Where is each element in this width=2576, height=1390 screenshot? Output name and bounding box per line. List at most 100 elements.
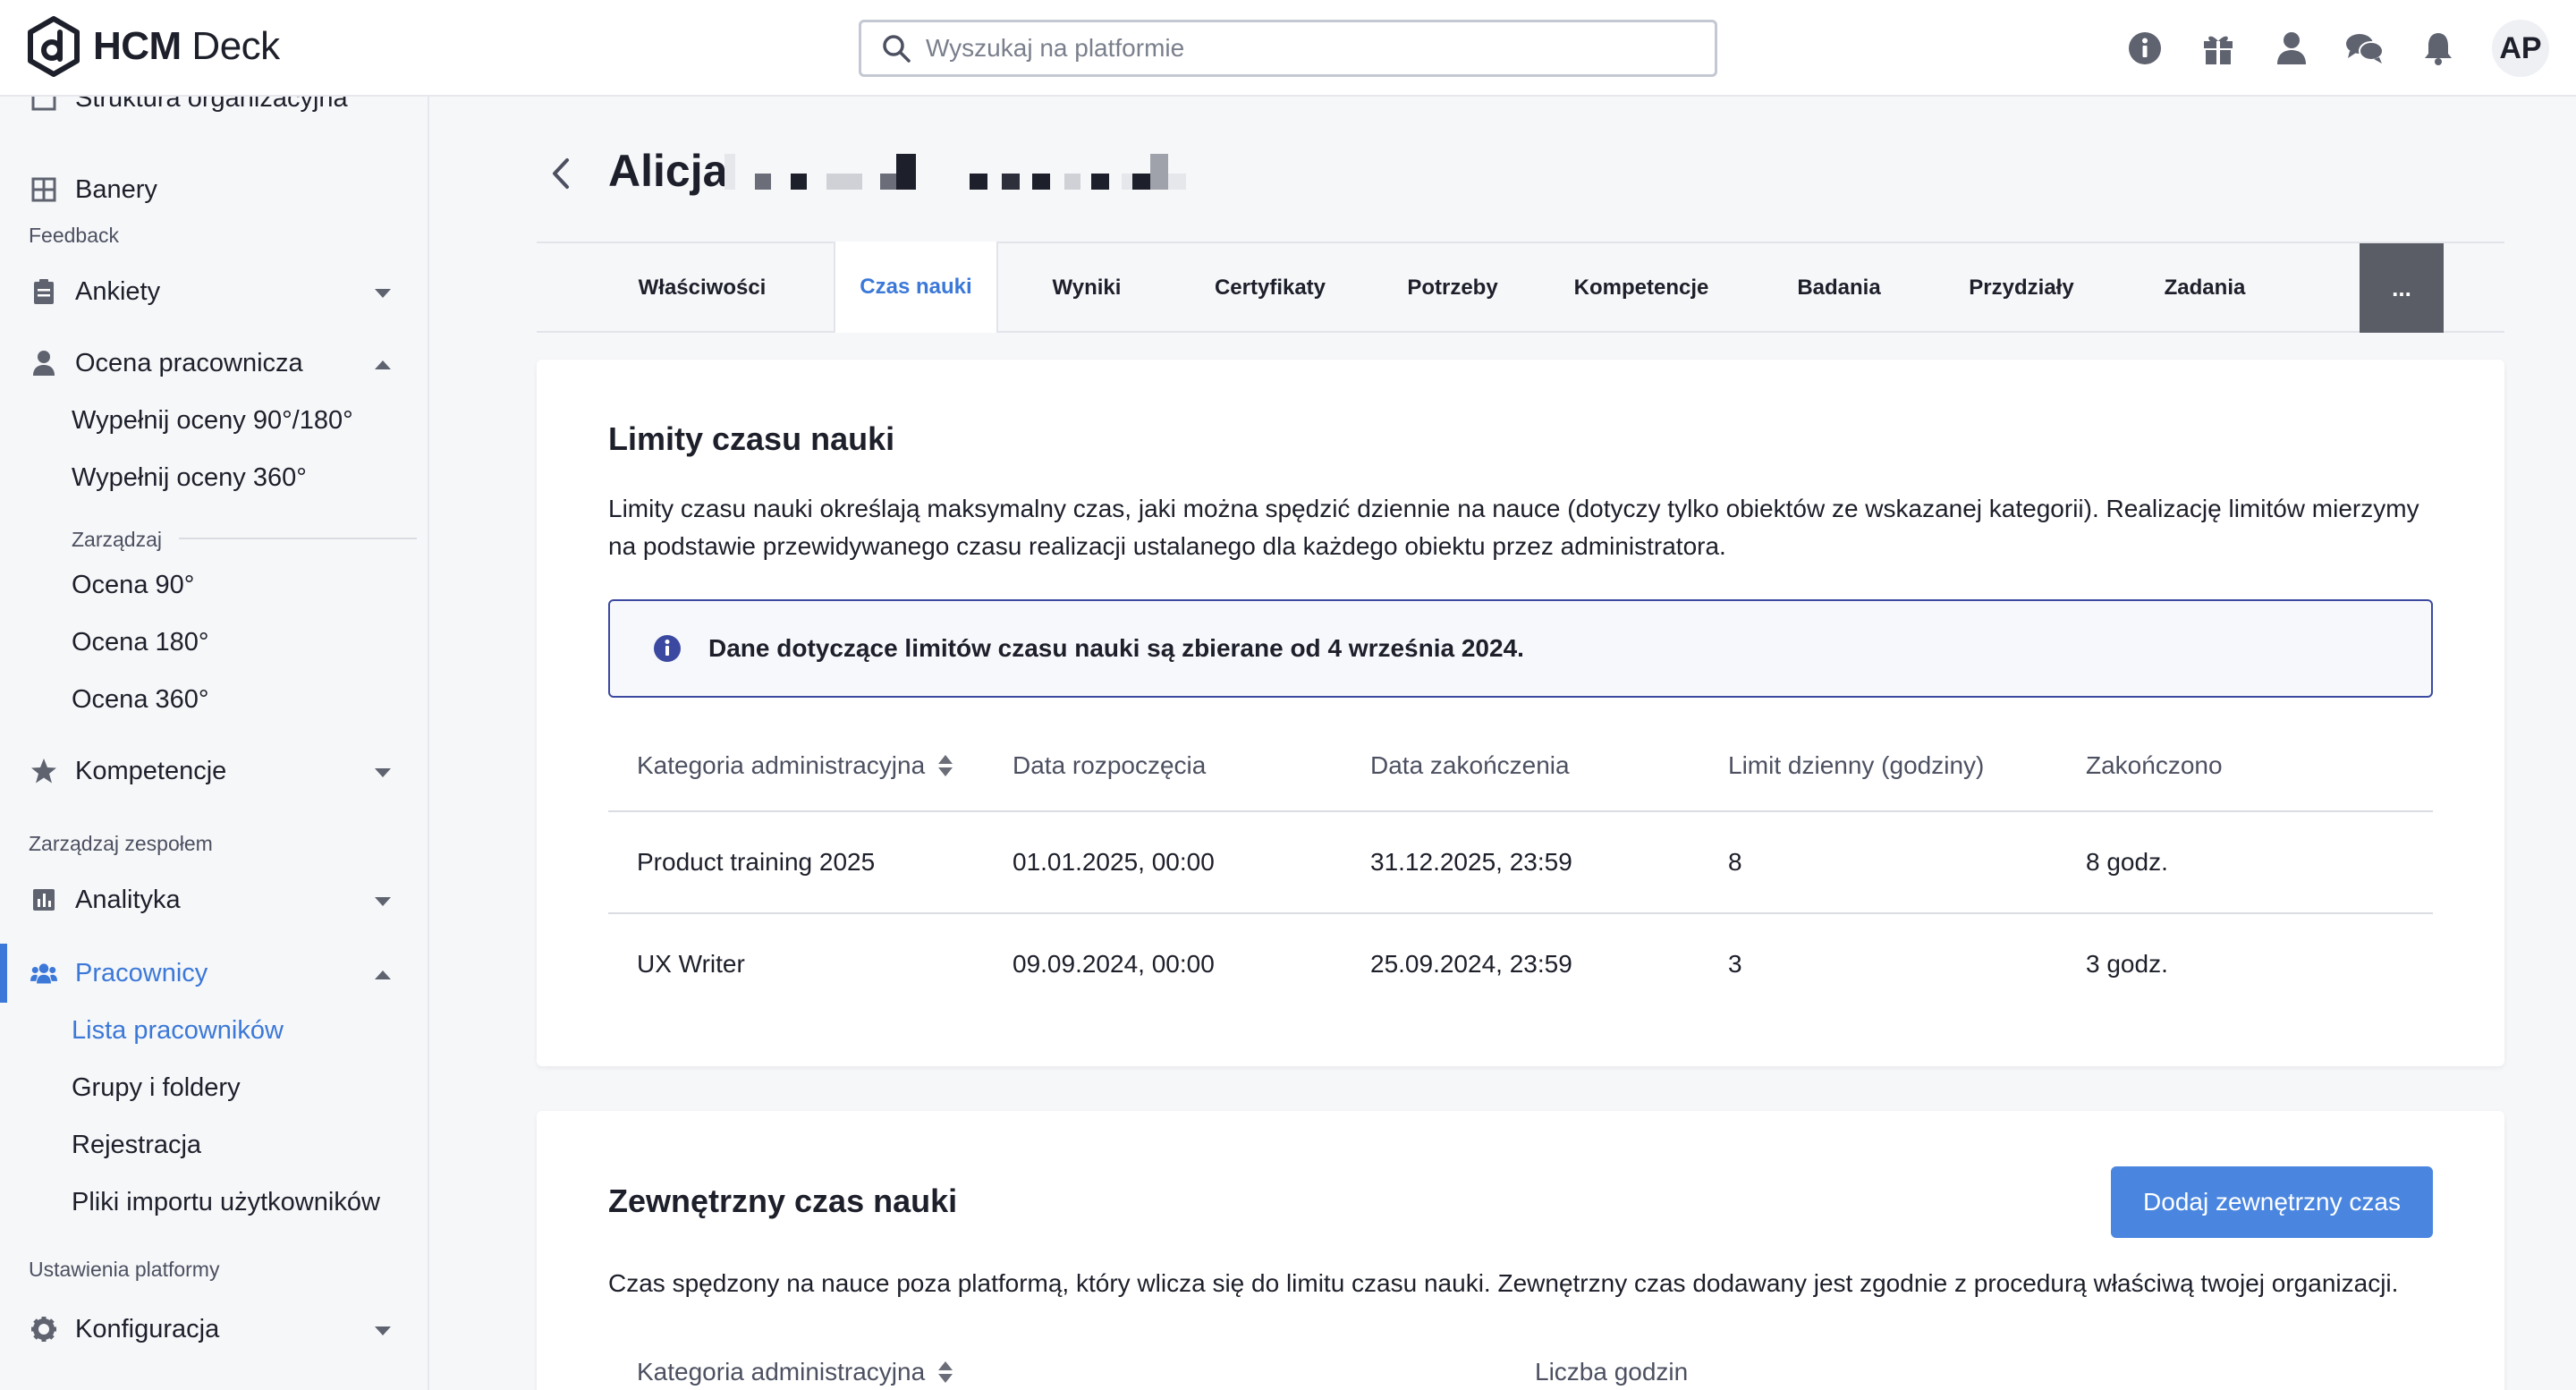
sidebar-subitem-wypelnij-360[interactable]: Wypełnij oceny 360° — [72, 463, 307, 493]
cell-limit: 3 — [1728, 950, 1742, 978]
table-row: Product training 2025 01.01.2025, 00:00 … — [608, 814, 2433, 914]
sidebar-item-label: Ankiety — [75, 276, 161, 306]
cell-zakonczono: 3 godz. — [2086, 950, 2168, 978]
cell-data-rozpoczecia: 09.09.2024, 00:00 — [1013, 950, 1215, 978]
column-header-data-zakonczenia: Data zakończenia — [1370, 751, 1570, 779]
sidebar-item-banery[interactable]: Banery — [0, 163, 428, 216]
sidebar-subitem-rejestracja[interactable]: Rejestracja — [72, 1131, 201, 1160]
tab-wyniki[interactable]: Wyniki — [1020, 243, 1154, 333]
sidebar-item-label: Analityka — [75, 885, 181, 914]
sidebar-subitem-lista-pracownikow[interactable]: Lista pracowników — [72, 1016, 284, 1046]
add-external-time-button[interactable]: Dodaj zewnętrzny czas — [2111, 1166, 2433, 1238]
user-icon[interactable] — [2272, 29, 2311, 68]
sidebar-item-label: Pracownicy — [75, 958, 208, 987]
org-structure-icon — [30, 97, 57, 112]
section-heading-zarzadzaj: Zarządzaj — [72, 528, 162, 551]
limits-card: Limity czasu nauki Limity czasu nauki ok… — [537, 360, 2504, 1066]
gear-icon — [30, 1316, 57, 1343]
external-title: Zewnętrzny czas nauki — [608, 1182, 958, 1219]
search-input[interactable] — [926, 34, 1695, 63]
chevron-down-icon — [375, 897, 391, 906]
back-chevron-icon[interactable] — [551, 157, 571, 190]
redacted-surname — [724, 154, 1186, 190]
tab-zadania[interactable]: Zadania — [2138, 243, 2272, 333]
cell-data-zakonczenia: 25.09.2024, 23:59 — [1370, 950, 1572, 978]
chevron-down-icon — [375, 1326, 391, 1335]
tab-kompetencje[interactable]: Kompetencje — [1547, 243, 1735, 333]
section-heading-feedback: Feedback — [29, 224, 120, 247]
cell-zakonczono: 8 godz. — [2086, 848, 2168, 876]
sort-icon — [938, 755, 953, 776]
tab-potrzeby[interactable]: Potrzeby — [1381, 243, 1524, 333]
bell-icon[interactable] — [2419, 29, 2458, 68]
sidebar-item-label: Banery — [75, 174, 157, 204]
info-banner: Dane dotyczące limitów czasu nauki są zb… — [608, 599, 2433, 698]
limits-table-header: Kategoria administracyjna Data rozpoczęc… — [608, 723, 2433, 812]
sidebar-subitem-grupy[interactable]: Grupy i foldery — [72, 1073, 241, 1103]
top-bar: HCM Deck AP — [0, 0, 2576, 97]
sidebar-subitem-pliki-importu[interactable]: Pliki importu użytkowników — [72, 1188, 380, 1217]
person-review-icon — [30, 350, 57, 377]
cell-limit: 8 — [1728, 848, 1742, 876]
cell-kategoria: Product training 2025 — [637, 848, 876, 876]
sidebar-subitem-wypelnij-90-180[interactable]: Wypełnij oceny 90°/180° — [72, 406, 353, 436]
star-icon — [30, 758, 57, 784]
search-box[interactable] — [859, 20, 1717, 77]
app-name: HCM Deck — [93, 24, 280, 68]
search-icon — [883, 35, 911, 63]
info-icon — [654, 635, 681, 662]
clipboard-icon — [30, 278, 57, 305]
sidebar-item-kompetencje[interactable]: Kompetencje — [0, 744, 428, 798]
chevron-up-icon — [375, 360, 391, 369]
avatar[interactable]: AP — [2492, 20, 2549, 77]
gift-icon[interactable] — [2199, 29, 2238, 68]
sidebar-item-konfiguracja[interactable]: Konfiguracja — [0, 1302, 428, 1356]
sidebar-item-label: Konfiguracja — [75, 1314, 220, 1343]
logo[interactable]: HCM Deck — [27, 16, 280, 77]
limits-title: Limity czasu nauki — [608, 420, 895, 457]
sidebar-item-ankiety[interactable]: Ankiety — [0, 265, 428, 318]
sidebar-item-struktura[interactable]: Struktura organizacyjna — [0, 97, 428, 125]
external-description: Czas spędzony na nauce poza platformą, k… — [608, 1269, 2399, 1297]
section-heading-zespol: Zarządzaj zespołem — [29, 832, 213, 855]
sidebar-item-label: Struktura organizacyjna — [75, 97, 348, 113]
tab-badania[interactable]: Badania — [1776, 243, 1902, 333]
chart-icon — [30, 886, 57, 913]
tab-przydzialy[interactable]: Przydziały — [1941, 243, 2102, 333]
sidebar-subitem-ocena-90[interactable]: Ocena 90° — [72, 571, 194, 600]
sort-icon — [938, 1361, 953, 1383]
column-header-kategoria[interactable]: Kategoria administracyjna — [637, 751, 953, 780]
tab-certyfikaty[interactable]: Certyfikaty — [1190, 243, 1351, 333]
chevron-down-icon — [375, 768, 391, 777]
section-heading-ustawienia: Ustawienia platformy — [29, 1258, 220, 1281]
limits-description: Limity czasu nauki określają maksymalny … — [608, 495, 2419, 560]
grid-icon — [30, 176, 57, 203]
sidebar-item-ocena-pracownicza[interactable]: Ocena pracownicza — [0, 336, 428, 390]
column-header-limit-dzienny: Limit dzienny (godziny) — [1728, 751, 1985, 779]
tab-more-button[interactable]: ... — [2360, 243, 2444, 333]
tab-czas-nauki[interactable]: Czas nauki — [834, 242, 998, 333]
table-row: UX Writer 09.09.2024, 00:00 25.09.2024, … — [608, 916, 2433, 1016]
info-icon[interactable] — [2125, 29, 2165, 68]
sidebar-subitem-ocena-180[interactable]: Ocena 180° — [72, 628, 208, 657]
cell-data-zakonczenia: 31.12.2025, 23:59 — [1370, 848, 1572, 876]
chat-icon[interactable] — [2345, 29, 2385, 68]
external-time-card: Zewnętrzny czas nauki Dodaj zewnętrzny c… — [537, 1111, 2504, 1390]
chevron-up-icon — [375, 970, 391, 979]
chevron-down-icon — [375, 289, 391, 298]
hcm-deck-logo-icon — [28, 16, 80, 77]
column-header-data-rozpoczecia: Data rozpoczęcia — [1013, 751, 1207, 779]
sidebar-item-pracownicy[interactable]: Pracownicy — [0, 946, 428, 1000]
sidebar-item-label: Ocena pracownicza — [75, 348, 303, 377]
divider — [179, 538, 417, 539]
page-title: Alicja — [608, 146, 728, 196]
sidebar: Struktura organizacyjna Banery Feedback … — [0, 97, 429, 1390]
top-icons: AP — [2125, 20, 2549, 77]
sidebar-item-label: Kompetencje — [75, 756, 227, 785]
cell-data-rozpoczecia: 01.01.2025, 00:00 — [1013, 848, 1215, 876]
sidebar-subitem-ocena-360[interactable]: Ocena 360° — [72, 685, 208, 715]
column-header-kategoria[interactable]: Kategoria administracyjna — [637, 1358, 953, 1386]
tab-wlasciwosci[interactable]: Właściwości — [590, 243, 814, 333]
cell-kategoria: UX Writer — [637, 950, 745, 978]
sidebar-item-analityka[interactable]: Analityka — [0, 873, 428, 927]
